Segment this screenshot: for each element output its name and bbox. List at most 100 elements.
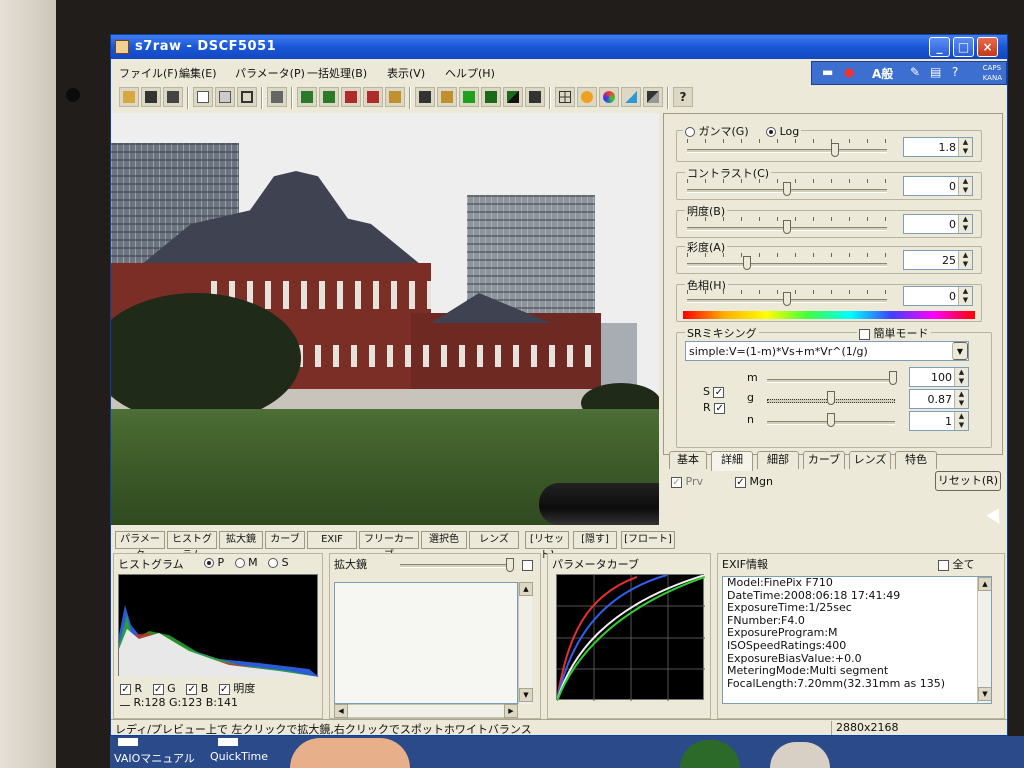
m-value[interactable]: 100 (931, 371, 952, 384)
batch-icon[interactable] (415, 87, 435, 107)
desktop-icon-vaio[interactable]: VAIOマニュアル (114, 750, 195, 766)
mode-s-label[interactable]: S (282, 556, 289, 569)
m-spin[interactable]: 100 ▲ ▼ (909, 367, 969, 387)
stack-icon[interactable] (267, 87, 287, 107)
contrast-value[interactable]: 0 (949, 180, 956, 193)
scroll-up-icon[interactable]: ▲ (978, 577, 991, 591)
tab-curve[interactable]: カーブ (803, 451, 845, 469)
exif-list[interactable]: Model:FinePix F710 DateTime:2008:06:18 1… (722, 576, 992, 704)
n-spin[interactable]: 1 ▲ ▼ (909, 411, 969, 431)
split-icon[interactable] (503, 87, 523, 107)
open-icon[interactable] (119, 87, 139, 107)
g-value[interactable]: 0.87 (928, 393, 953, 406)
btab-exif[interactable]: EXIF (307, 531, 357, 549)
jpg-icon[interactable] (341, 87, 361, 107)
spin-arrows-icon[interactable]: ▲ ▼ (958, 251, 972, 269)
saturation-slider-thumb[interactable] (743, 256, 751, 270)
hue-spin[interactable]: 0 ▲ ▼ (903, 286, 973, 306)
maximize-button[interactable]: □ (953, 37, 974, 57)
hue-value[interactable]: 0 (949, 290, 956, 303)
hue-slider-thumb[interactable] (783, 292, 791, 306)
channel-luma-checkbox[interactable]: ✓ (218, 683, 230, 695)
tab-basic[interactable]: 基本 (669, 451, 707, 469)
copy-icon[interactable] (193, 87, 213, 107)
btab-magnifier[interactable]: 拡大鏡 (219, 531, 263, 549)
scroll-down-icon[interactable]: ▼ (519, 688, 533, 702)
brightness-spin[interactable]: 0 ▲ ▼ (903, 214, 973, 234)
prv-checkbox[interactable]: ✓ (671, 476, 682, 488)
gamma-radio[interactable] (685, 127, 695, 137)
close-button[interactable]: × (977, 37, 998, 57)
spin-arrows-icon[interactable]: ▲ ▼ (958, 215, 972, 233)
sun-icon[interactable] (577, 87, 597, 107)
mode-p-label[interactable]: P (218, 556, 225, 569)
brightness-slider-thumb[interactable] (783, 220, 791, 234)
r-checkbox[interactable]: ✓ (714, 402, 726, 414)
help-icon[interactable]: ? (673, 87, 693, 107)
tab-special-color[interactable]: 特色 (895, 451, 937, 469)
ime-dict-icon[interactable]: ▤ (930, 65, 941, 79)
gamma-radio-label[interactable]: ガンマ(G) (699, 125, 749, 138)
channel-b-checkbox[interactable]: ✓ (186, 683, 198, 695)
spin-arrows-icon[interactable]: ▲ ▼ (954, 390, 968, 408)
batch-jpg-icon[interactable] (437, 87, 457, 107)
spin-arrows-icon[interactable]: ▲ ▼ (958, 287, 972, 305)
raw-icon[interactable] (319, 87, 339, 107)
png-icon[interactable] (363, 87, 383, 107)
ime-pad-icon[interactable]: ✎ (910, 65, 920, 79)
spin-arrows-icon[interactable]: ▲ ▼ (954, 368, 968, 386)
channel-g-checkbox[interactable]: ✓ (152, 683, 164, 695)
ime-input-mode[interactable]: A般 (872, 65, 893, 82)
paste-icon[interactable] (215, 87, 235, 107)
exif-all-checkbox[interactable] (938, 559, 949, 571)
contrast-slider-thumb[interactable] (783, 182, 791, 196)
log-radio-label[interactable]: Log (780, 125, 800, 138)
simple-mode-label[interactable]: 簡単モード (874, 327, 929, 340)
reset-button[interactable]: リセット(R) (935, 471, 1001, 491)
btab-histogram[interactable]: ヒストグラム (167, 531, 217, 561)
spin-arrows-icon[interactable]: ▲ ▼ (954, 412, 968, 430)
btab-selective-color[interactable]: 選択色 (421, 531, 467, 549)
green-square-icon[interactable] (459, 87, 479, 107)
channel-luma-label[interactable]: 明度 (233, 682, 255, 695)
mgn-label[interactable]: Mgn (750, 475, 773, 488)
mgn-checkbox[interactable]: ✓ (735, 476, 746, 488)
exif-vscroll[interactable]: ▲ ▼ (977, 577, 991, 703)
desktop-shortcut-icon[interactable] (118, 738, 138, 746)
scroll-down-icon[interactable]: ▼ (978, 687, 991, 701)
btab-curve[interactable]: カーブ (265, 531, 305, 549)
magnifier-zoom-thumb[interactable] (506, 558, 514, 572)
m-slider[interactable] (767, 379, 895, 383)
compare-icon[interactable] (643, 87, 663, 107)
gamma-slider-thumb[interactable] (831, 143, 839, 157)
prv-label[interactable]: Prv (686, 475, 703, 488)
tab-detail[interactable]: 詳細 (711, 451, 753, 471)
ime-language-bar[interactable]: ▬ ● A般 ✎ ▤ ? CAPS KANA (811, 61, 1007, 85)
mode-m-radio[interactable] (234, 558, 245, 568)
desktop-shortcut-icon[interactable] (218, 738, 238, 746)
mgn-option[interactable]: ✓ Mgn (735, 475, 773, 488)
desktop-icon-quicktime[interactable]: QuickTime (210, 750, 268, 763)
prv-option[interactable]: ✓ Prv (671, 475, 703, 488)
crop-icon[interactable] (237, 87, 257, 107)
color-icon[interactable] (599, 87, 619, 107)
r-channel-option[interactable]: R ✓ (703, 401, 726, 414)
s-checkbox[interactable]: ✓ (713, 386, 725, 398)
sr-formula-value[interactable]: simple:V=(1-m)*Vs+m*Vr^(1/g) (689, 345, 868, 358)
spin-arrows-icon[interactable]: ▲ ▼ (958, 138, 972, 156)
scroll-up-icon[interactable]: ▲ (519, 582, 533, 596)
gamma-spin[interactable]: 1.8 ▲ ▼ (903, 137, 973, 157)
btab-parameter[interactable]: パラメータ (115, 531, 165, 561)
prev-icon[interactable] (525, 87, 545, 107)
channel-r-checkbox[interactable]: ✓ (120, 683, 131, 695)
g-spin[interactable]: 0.87 ▲ ▼ (909, 389, 969, 409)
scroll-right-icon[interactable]: ▶ (504, 704, 518, 718)
spin-arrows-icon[interactable]: ▲ ▼ (958, 177, 972, 195)
btab-hide[interactable]: [隠す] (573, 531, 617, 549)
s-channel-option[interactable]: S ✓ (703, 385, 725, 398)
channel-r-label[interactable]: R (135, 682, 143, 695)
mode-p-radio[interactable] (204, 558, 214, 568)
title-bar[interactable]: s7raw - DSCF5051 _ □ × (111, 35, 1007, 59)
menu-batch[interactable]: 一括処理(B) (307, 65, 367, 81)
layout-icon[interactable] (555, 87, 575, 107)
